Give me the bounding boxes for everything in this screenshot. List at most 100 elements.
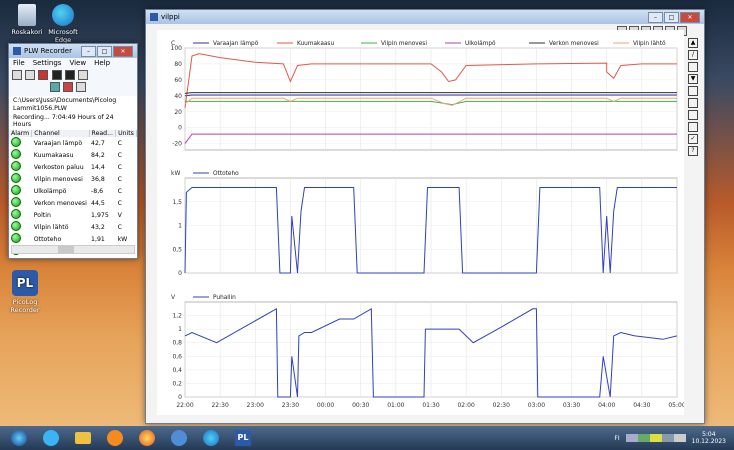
status-led-icon — [11, 137, 21, 147]
col-units[interactable]: Units — [115, 130, 137, 137]
taskbar-ie[interactable] — [38, 428, 64, 448]
zoom-icon[interactable] — [688, 62, 698, 72]
print-icon[interactable] — [688, 110, 698, 120]
taskbar-firefox[interactable] — [134, 428, 160, 448]
table-row[interactable]: Verkoston paluu 14,4 C — [9, 161, 137, 173]
x-tick-label: 22:00 — [176, 402, 193, 409]
desktop-icon-edge[interactable]: Microsoft Edge — [40, 4, 86, 44]
edge-icon — [203, 430, 219, 446]
menu-help[interactable]: Help — [94, 59, 110, 67]
col-reading[interactable]: Read... — [89, 130, 117, 137]
check-icon[interactable]: ✓ — [688, 134, 698, 144]
channel-name: Ulkolämpö — [33, 187, 67, 195]
alarm-led — [9, 173, 32, 185]
col-channel[interactable]: Channel — [31, 130, 90, 137]
file-path: C:\Users\Jussi\Documents\Picolog Lammit1… — [13, 97, 117, 112]
x-tick-label: 01:00 — [387, 402, 404, 409]
channel-name: Ottoteho — [33, 235, 62, 243]
menu-settings[interactable]: Settings — [33, 59, 62, 67]
desktop-icon-label: PicoLog Recorder — [10, 298, 40, 314]
grid-icon[interactable] — [688, 122, 698, 132]
taskbar-app2[interactable] — [166, 428, 192, 448]
col-alarm[interactable]: Alarm — [9, 130, 33, 137]
table-row[interactable]: Kuumakaasu 84,2 C — [9, 149, 137, 161]
table-row[interactable]: Ottoteho 1,91 kW — [9, 233, 137, 245]
y-tick-label: 0 — [178, 270, 182, 277]
horizontal-scrollbar[interactable] — [11, 245, 135, 254]
menu-file[interactable]: File — [13, 59, 25, 67]
help-icon[interactable]: ? — [688, 146, 698, 156]
minimize-button[interactable]: – — [648, 11, 663, 23]
table-row[interactable]: Ulkolämpö -8,6 C — [9, 185, 137, 197]
y-tick-label: 0,2 — [172, 380, 182, 387]
channel-name: Verkoston paluu — [33, 163, 84, 171]
channel-name: Verkon menovesi — [33, 199, 87, 207]
x-tick-label: 03:30 — [563, 402, 580, 409]
open-file-icon[interactable] — [25, 70, 36, 80]
channel-unit: V — [117, 211, 122, 219]
taskbar: PL FI 5:04 10.12.2023 — [0, 426, 734, 450]
scroll-down-icon[interactable]: ▼ — [688, 74, 698, 84]
clock-time[interactable]: 5:04 — [692, 431, 726, 438]
clock-date[interactable]: 10.12.2023 — [692, 438, 726, 445]
options-icon[interactable] — [688, 98, 698, 108]
start-button[interactable] — [6, 428, 32, 448]
table-icon[interactable] — [76, 82, 87, 92]
x-tick-label: 05:00 — [668, 402, 684, 409]
table-row[interactable]: Varaajan lämpö 42,7 C — [9, 137, 137, 149]
taskbar-picolog[interactable]: PL — [230, 428, 256, 448]
x-tick-label: 00:30 — [352, 402, 369, 409]
channel-table: Alarm Channel Read... Units Varaajan läm… — [9, 130, 137, 257]
scroll-thumb[interactable] — [58, 246, 74, 253]
taskbar-media[interactable] — [102, 428, 128, 448]
taskbar-edge[interactable] — [198, 428, 224, 448]
channel-reading: 84,2 — [91, 151, 105, 159]
scroll-up-icon[interactable]: ▲ — [688, 38, 698, 48]
minimize-button[interactable]: – — [81, 45, 96, 57]
stop-icon[interactable] — [64, 70, 75, 80]
graph-icon[interactable] — [50, 82, 60, 92]
status-led-icon — [11, 173, 21, 183]
taskbar-explorer[interactable] — [70, 428, 96, 448]
record-icon[interactable] — [38, 70, 49, 80]
close-button[interactable]: ✕ — [113, 45, 133, 57]
maximize-button[interactable]: □ — [97, 45, 112, 57]
x-tick-label: 00:00 — [317, 402, 334, 409]
desktop-icon-label: Microsoft Edge — [48, 28, 78, 44]
legend-label: Varaajan lämpö — [213, 41, 259, 47]
spreadsheet-icon[interactable] — [63, 82, 74, 92]
pause-icon[interactable] — [51, 70, 62, 80]
x-tick-label: 23:30 — [282, 402, 299, 409]
table-row[interactable]: Vilpin menovesi 36,8 C — [9, 173, 137, 185]
status-led-icon — [11, 233, 21, 243]
folder-icon — [75, 432, 91, 444]
channel-icon[interactable] — [688, 86, 698, 96]
channel-reading: 1,91 — [91, 235, 105, 243]
channel-reading: 44,5 — [91, 199, 105, 207]
new-file-icon[interactable] — [12, 70, 22, 80]
close-button[interactable]: ✕ — [680, 11, 700, 23]
media-player-icon — [107, 430, 123, 446]
tray-icons[interactable] — [625, 434, 686, 442]
pen-icon[interactable]: / — [688, 50, 698, 60]
axis-unit-label: V — [171, 294, 176, 301]
language-indicator[interactable]: FI — [614, 435, 619, 442]
graph-titlebar[interactable]: vilppi – □ ✕ — [146, 10, 704, 24]
recorder-toolbar — [9, 68, 137, 96]
desktop-icon-picolog[interactable]: PL PicoLog Recorder — [2, 270, 48, 314]
recorder-title: PLW Recorder — [24, 47, 72, 55]
x-tick-label: 04:00 — [598, 402, 615, 409]
table-row[interactable]: Poltin 1,975 V — [9, 209, 137, 221]
legend-label: Ulkolämpö — [465, 41, 496, 47]
channel-name: Vilpin lähtö — [33, 223, 69, 231]
table-row[interactable]: Verkon menovesi 44,5 C — [9, 197, 137, 209]
y-tick-label: 1 — [178, 223, 182, 230]
recorder-titlebar[interactable]: PLW Recorder – □ ✕ — [9, 44, 137, 58]
maximize-button[interactable]: □ — [664, 11, 679, 23]
axis-unit-label: kW — [171, 170, 180, 177]
help-icon[interactable] — [78, 70, 89, 80]
table-row[interactable]: Vilpin lähtö 43,2 C — [9, 221, 137, 233]
menu-view[interactable]: View — [69, 59, 86, 67]
status-led-icon — [11, 149, 21, 159]
graph-title: vilppi — [161, 13, 180, 21]
